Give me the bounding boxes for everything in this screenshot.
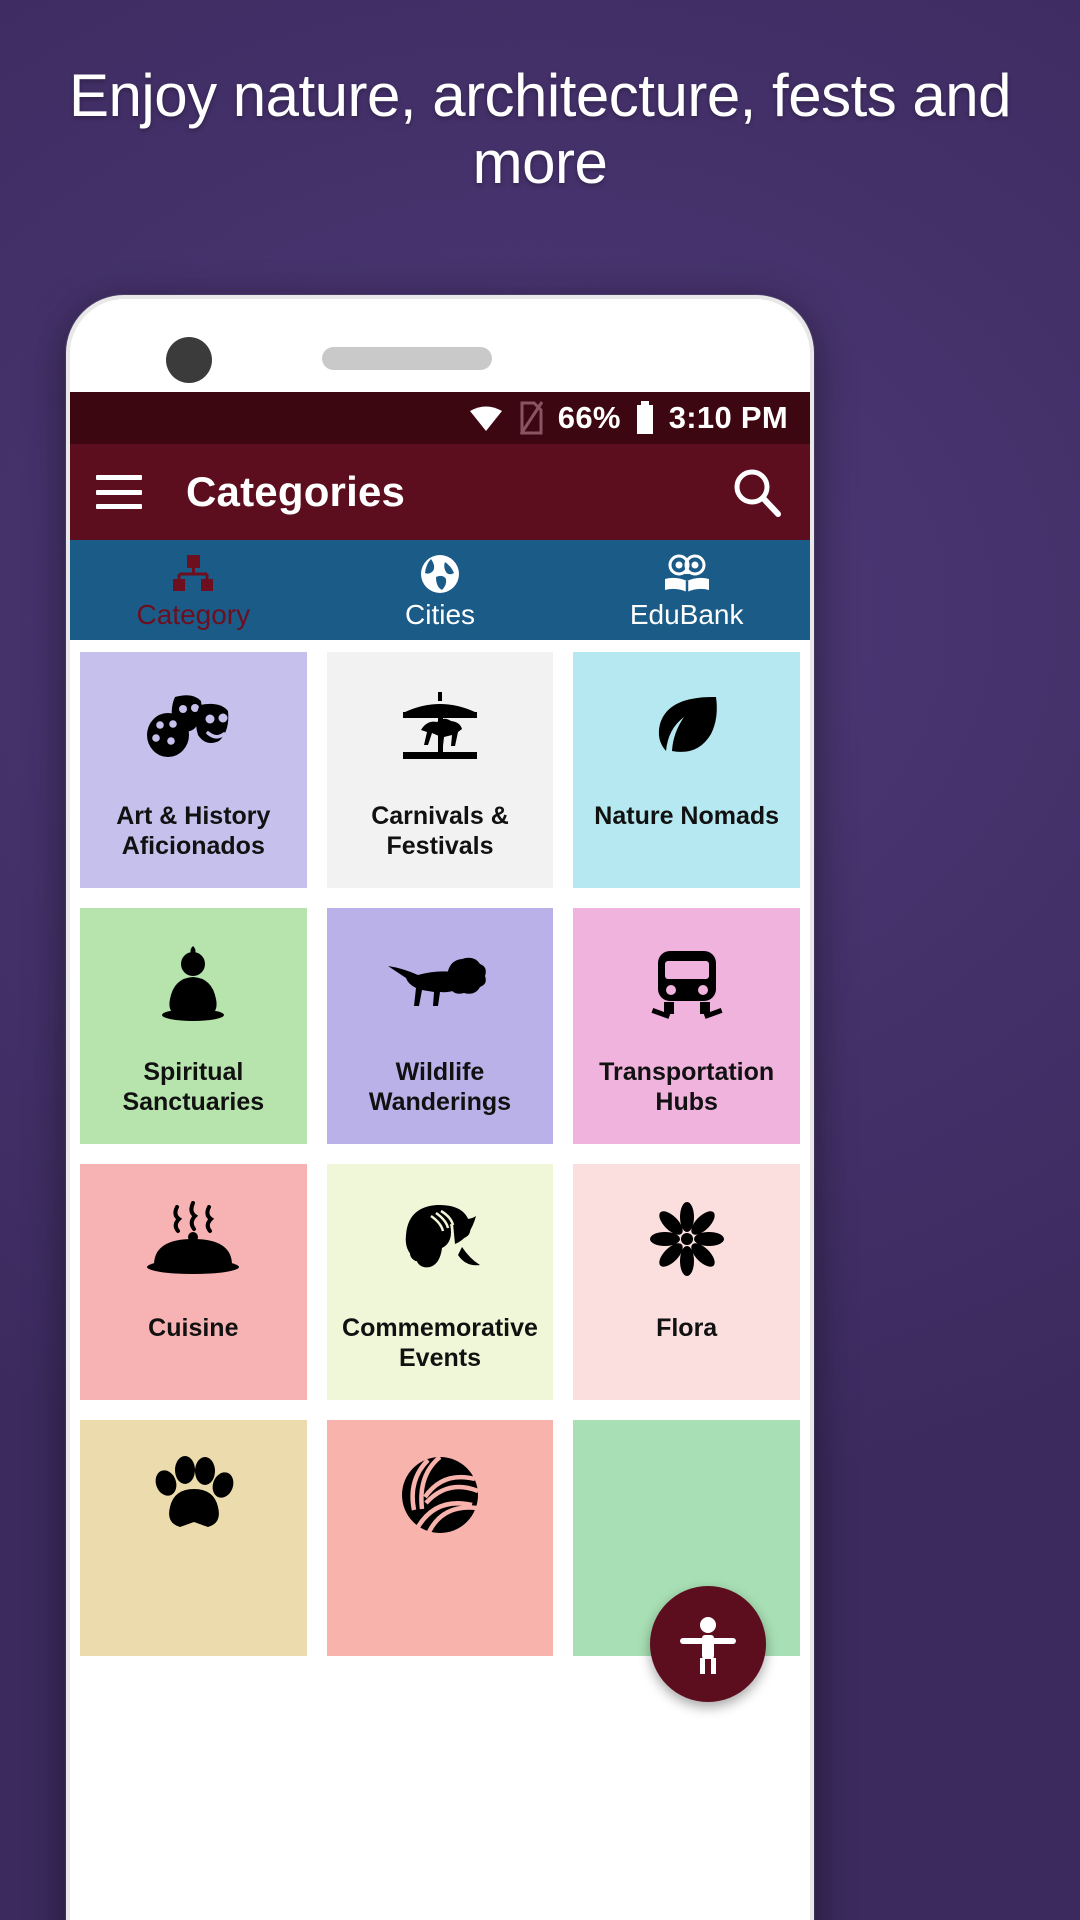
tab-cities[interactable]: Cities — [317, 540, 564, 640]
phone-bezel-top — [70, 299, 810, 392]
tab-label: EduBank — [629, 598, 744, 630]
category-grid: Art & History Aficionados Carnivals & Fe… — [70, 640, 810, 1702]
category-label: Cuisine — [148, 1314, 239, 1342]
battery-icon — [635, 401, 655, 435]
tab-bar: Category Cities EduBank — [70, 540, 810, 640]
category-tile[interactable]: Art & History Aficionados — [80, 652, 307, 888]
category-label: Transportation Hubs — [599, 1058, 775, 1116]
buddha-icon — [80, 908, 307, 1058]
category-tile[interactable]: Nature Nomads — [573, 652, 800, 888]
tab-category[interactable]: Category — [70, 540, 317, 640]
earpiece-speaker — [322, 347, 492, 370]
battery-percent-label: 66% — [557, 400, 621, 435]
category-tile[interactable] — [326, 1420, 554, 1656]
sitemap-icon — [171, 554, 215, 594]
category-tile[interactable]: Commemorative Events — [326, 1164, 554, 1400]
front-camera-icon — [166, 337, 212, 383]
promo-headline: Enjoy nature, architecture, fests and mo… — [68, 62, 1012, 197]
clock-label: 3:10 PM — [668, 400, 788, 435]
no-sim-icon — [518, 401, 544, 435]
train-icon — [573, 908, 800, 1058]
category-label: Commemorative Events — [342, 1314, 538, 1372]
app-bar: Categories — [70, 444, 810, 540]
spartan-helmet-icon — [327, 1164, 554, 1314]
tab-label: Category — [136, 598, 251, 630]
category-tile[interactable]: Wildlife Wanderings — [326, 908, 554, 1144]
category-tile[interactable]: Cuisine — [80, 1164, 307, 1400]
tab-edubank[interactable]: EduBank — [563, 540, 810, 640]
category-tile[interactable]: Spiritual Sanctuaries — [80, 908, 307, 1144]
flower-icon — [573, 1164, 800, 1314]
status-bar: 66% 3:10 PM — [70, 392, 810, 444]
carousel-icon — [327, 652, 554, 802]
person-statue-fab-button[interactable] — [650, 1586, 766, 1702]
volleyball-icon — [327, 1420, 554, 1570]
search-icon[interactable] — [730, 465, 784, 519]
category-label: Carnivals & Festivals — [371, 802, 509, 860]
wifi-icon — [468, 403, 504, 433]
category-tile-icon — [573, 1420, 800, 1570]
person-statue-icon — [680, 1617, 736, 1674]
category-label: Wildlife Wanderings — [368, 1058, 512, 1116]
theater-masks-palette-icon — [80, 652, 307, 802]
leaf-icon — [573, 652, 800, 802]
hamburger-menu-icon[interactable] — [96, 475, 142, 509]
phone-screen-container: 66% 3:10 PM Categories Category Cities E… — [70, 299, 810, 1920]
app-screen: 66% 3:10 PM Categories Category Cities E… — [70, 392, 810, 1920]
lion-icon — [327, 908, 554, 1058]
category-tile[interactable]: Carnivals & Festivals — [326, 652, 554, 888]
paw-print-icon — [80, 1420, 307, 1570]
phone-mockup: 66% 3:10 PM Categories Category Cities E… — [66, 295, 814, 1920]
category-label: Flora — [656, 1314, 718, 1342]
tab-label: Cities — [405, 598, 476, 630]
globe-icon — [419, 554, 461, 594]
owl-book-icon — [662, 554, 712, 594]
page-title: Categories — [186, 468, 406, 515]
category-label: Spiritual Sanctuaries — [122, 1058, 265, 1116]
category-tile[interactable]: Transportation Hubs — [573, 908, 800, 1144]
category-tile[interactable]: Flora — [573, 1164, 800, 1400]
category-label: Nature Nomads — [594, 802, 780, 830]
category-tile[interactable] — [80, 1420, 307, 1656]
food-cloche-icon — [80, 1164, 307, 1314]
category-label: Art & History Aficionados — [116, 802, 271, 860]
